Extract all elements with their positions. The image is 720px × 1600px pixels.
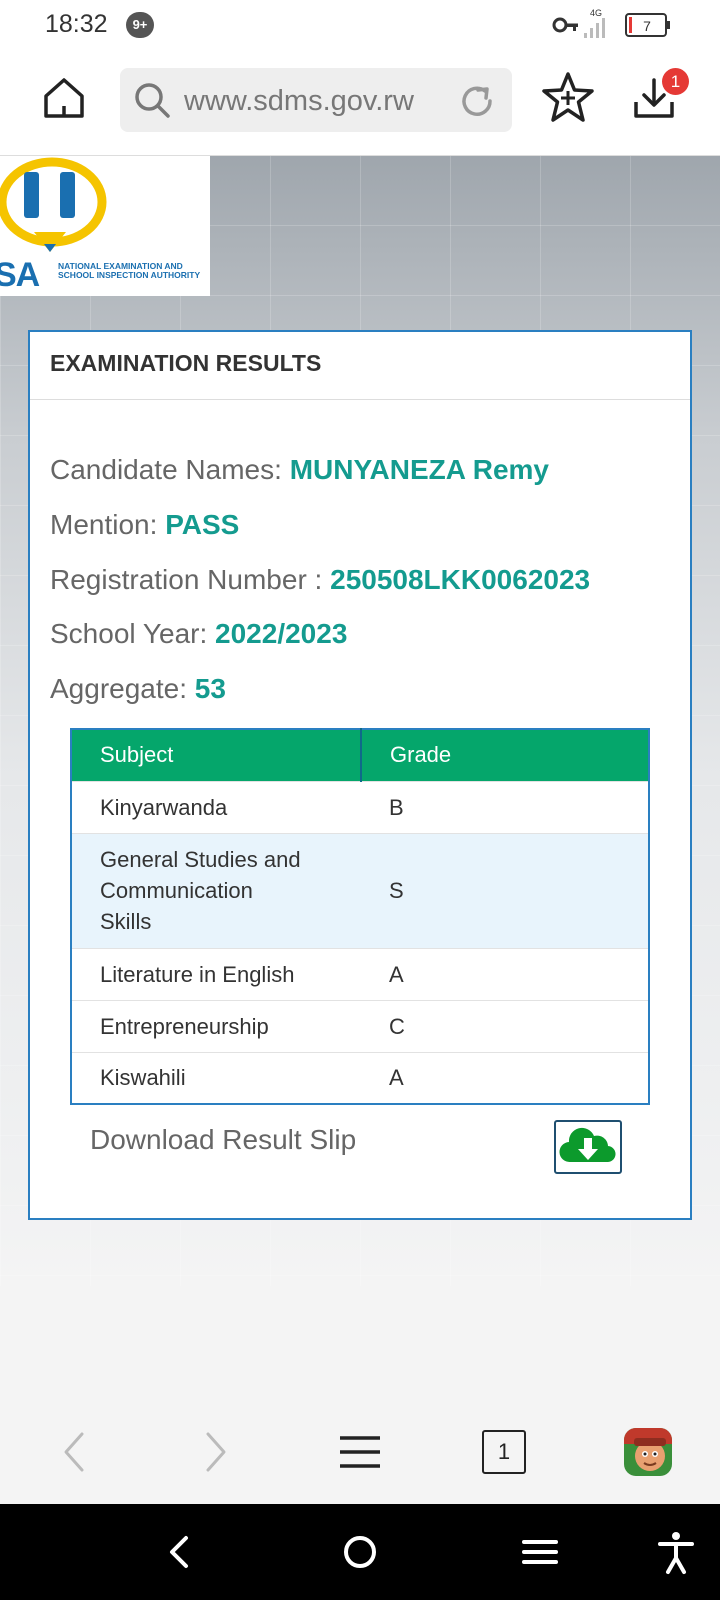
results-title: EXAMINATION RESULTS (50, 350, 322, 376)
bookmark-button[interactable] (540, 70, 596, 126)
download-result-slip-label: Download Result Slip (90, 1124, 357, 1155)
subject-line: General Studies and (100, 847, 301, 872)
accessibility-icon[interactable] (652, 1528, 700, 1576)
subject-line: Entrepreneurship (100, 1013, 269, 1039)
downloads-badge: 1 (662, 68, 689, 95)
forward-arrow-icon[interactable] (196, 1428, 236, 1476)
system-home-icon[interactable] (336, 1528, 384, 1576)
logo-emblem-icon (0, 157, 107, 252)
web-page: SA NATIONAL EXAMINATION AND SCHOOL INSPE… (0, 156, 720, 1286)
page-bottom-area (0, 1286, 720, 1400)
school-year-value: 2022/2023 (215, 618, 348, 649)
battery-level: 7 (643, 18, 651, 34)
grade-cell: A (361, 947, 649, 1000)
grade-cell: A (361, 1051, 649, 1104)
table-header-row: Subject Grade (71, 729, 649, 781)
status-icons: 4G 7 (550, 8, 680, 42)
registration-number-line: Registration Number : 250508LKK0062023 (50, 564, 590, 596)
subject-cell: Entrepreneurship (71, 999, 361, 1052)
aggregate-label: Aggregate: (50, 673, 187, 704)
subject-cell: Kiswahili (71, 1051, 361, 1104)
url-bar[interactable]: www.sdms.gov.rw (120, 68, 512, 132)
logo-acronym: SA (0, 256, 40, 294)
search-icon (135, 83, 170, 118)
logo-text: NATIONAL EXAMINATION AND SCHOOL INSPECTI… (58, 261, 201, 280)
battery-icon: 7 (625, 13, 670, 37)
aggregate-line: Aggregate: 53 (50, 673, 226, 705)
back-arrow-icon[interactable] (54, 1428, 94, 1476)
table-row: General Studies and Communication Skills… (71, 832, 649, 948)
subject-line: Kinyarwanda (100, 794, 228, 820)
cloud-download-icon (559, 1127, 616, 1163)
school-year-line: School Year: 2022/2023 (50, 618, 347, 650)
status-icons-svg: 4G 7 (552, 8, 670, 38)
subject-cell: Kinyarwanda (71, 780, 361, 833)
browser-bottom-bar: 1 (0, 1400, 720, 1504)
subject-line: Literature in English (100, 961, 295, 987)
results-table: Subject Grade Kinyarwanda B General Stud… (70, 728, 650, 1105)
candidate-names-value: MUNYANEZA Remy (289, 454, 550, 485)
results-card-header: EXAMINATION RESULTS (30, 332, 690, 400)
vpn-key-icon (552, 17, 578, 33)
mention-label: Mention: (50, 509, 158, 540)
home-button[interactable] (42, 76, 86, 120)
subject-column-header: Subject (71, 729, 362, 781)
network-type: 4G (590, 8, 602, 18)
table-row: Entrepreneurship C (71, 999, 649, 1052)
download-result-slip-button[interactable] (554, 1120, 622, 1174)
status-time: 18:32 (45, 10, 108, 38)
system-back-icon[interactable] (156, 1528, 204, 1576)
grade-cell: C (361, 999, 649, 1052)
subject-line: Communication (100, 878, 253, 903)
results-card: EXAMINATION RESULTS Candidate Names: MUN… (28, 330, 692, 1220)
home-icon (44, 78, 84, 118)
registration-number-label: Registration Number : (50, 564, 323, 595)
grade-column-header: Grade (361, 729, 649, 781)
subject-line: Kiswahili (100, 1065, 186, 1091)
table-row: Kinyarwanda B (71, 780, 649, 833)
table-row: Literature in English A (71, 947, 649, 1000)
signal-icon (584, 18, 605, 38)
table-row: Kiswahili A (71, 1051, 649, 1104)
subject-cell: General Studies and Communication Skills (71, 832, 361, 948)
candidate-names-line: Candidate Names: MUNYANEZA Remy (50, 454, 549, 486)
candidate-names-label: Candidate Names: (50, 454, 282, 485)
avatar-image (624, 1428, 672, 1476)
grade-cell: S (361, 832, 649, 948)
subject-line: Skills (100, 909, 152, 934)
status-bar: 18:32 9+ 4G 7 (0, 0, 720, 50)
browser-toolbar: www.sdms.gov.rw 1 (0, 50, 720, 156)
notification-badge: 9+ (126, 12, 154, 38)
aggregate-value: 53 (194, 673, 226, 704)
star-plus-icon (542, 72, 594, 122)
subject-cell: Literature in English (71, 947, 361, 1000)
neasa-logo: SA NATIONAL EXAMINATION AND SCHOOL INSPE… (0, 156, 210, 296)
grade-cell: B (361, 780, 649, 833)
mention-value: PASS (165, 509, 240, 540)
registration-number-value: 250508LKK0062023 (330, 564, 591, 595)
reload-icon[interactable] (456, 80, 498, 122)
school-year-label: School Year: (50, 618, 208, 649)
mention-line: Mention: PASS (50, 509, 239, 541)
url-text[interactable]: www.sdms.gov.rw (184, 85, 414, 118)
avatar[interactable] (624, 1428, 672, 1476)
menu-icon[interactable] (338, 1432, 382, 1472)
system-recents-icon[interactable] (516, 1528, 564, 1576)
system-navigation-bar (0, 1504, 720, 1600)
tabs-button[interactable]: 1 (482, 1430, 526, 1474)
